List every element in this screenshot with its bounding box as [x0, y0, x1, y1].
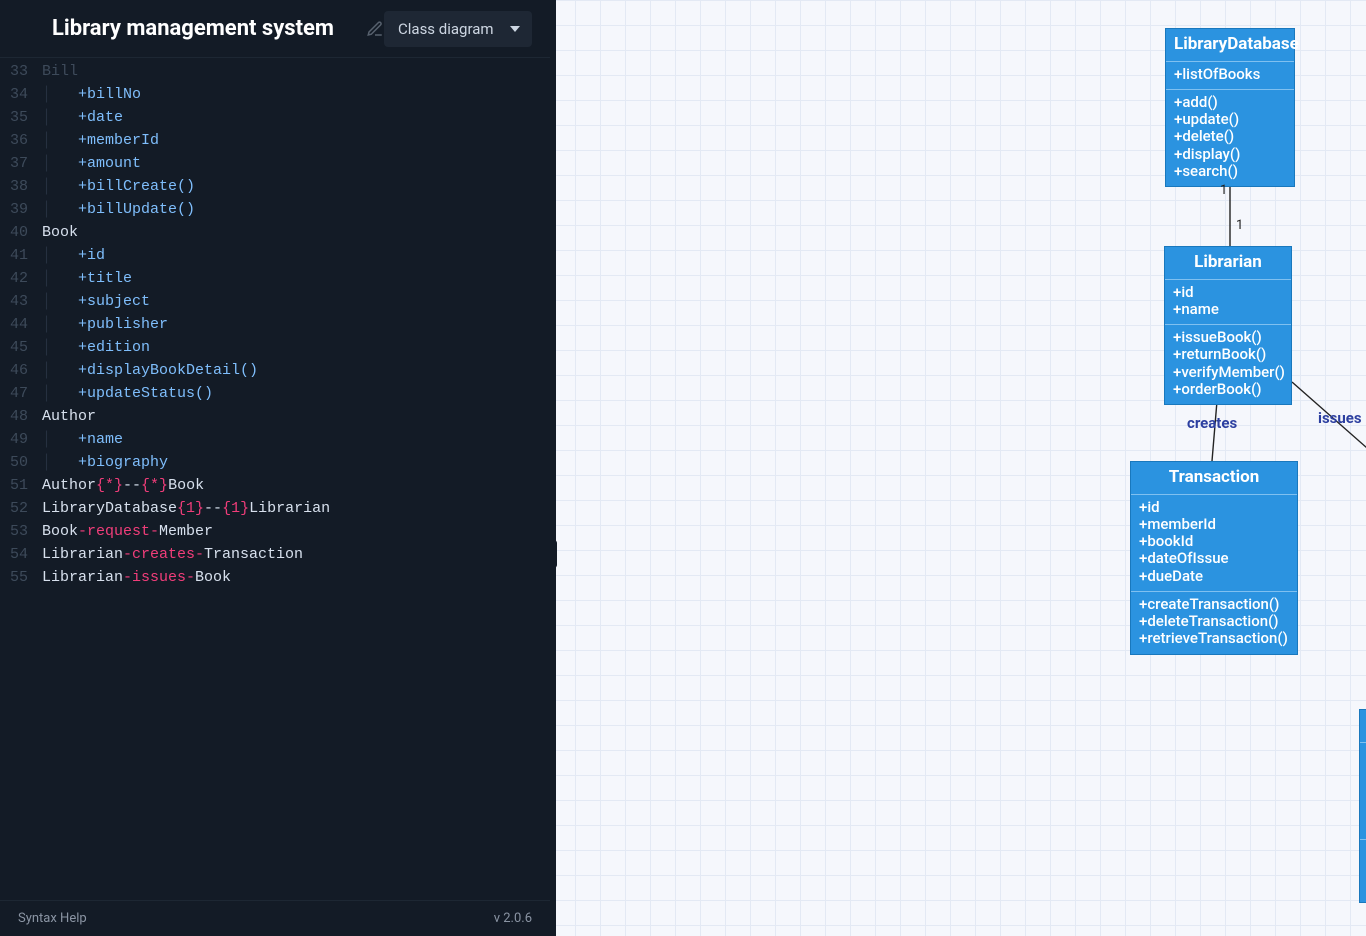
class-operations: +createTransaction()+deleteTransaction()… [1131, 591, 1297, 654]
class-attributes: +id+memberId+bookId+dateOfIssue+dueDate [1131, 494, 1297, 591]
multiplicity-label: 1 [1220, 183, 1227, 198]
class-attributes: +id+name [1165, 279, 1291, 325]
diagram-type-select[interactable]: Class diagram [384, 11, 532, 47]
class-title: Transaction [1131, 462, 1297, 494]
class-title: Librarian [1165, 247, 1291, 279]
editor-footer: Syntax Help v 2.0.6 [0, 900, 550, 936]
edit-title-icon[interactable] [366, 20, 384, 38]
code-editor[interactable]: 33Bill34│ +billNo35│ +date36│ +memberId3… [0, 58, 550, 900]
syntax-help-link[interactable]: Syntax Help [18, 911, 87, 926]
class-operations: +issueBook()+returnBook()+verifyMember()… [1165, 324, 1291, 404]
class-node-librarydatabase[interactable]: LibraryDatabase+listOfBooks+add()+update… [1165, 28, 1295, 187]
chevron-down-icon [510, 26, 520, 32]
page-title: Library management system [52, 16, 358, 41]
header-bar: Library management system Class diagram [0, 0, 550, 58]
class-title: LibraryDatabase [1166, 29, 1294, 61]
class-attributes: +listOfBooks [1166, 61, 1294, 89]
diagram-type-label: Class diagram [398, 20, 494, 38]
class-node-transaction[interactable]: Transaction+id+memberId+bookId+dateOfIss… [1130, 461, 1298, 655]
class-operations: +add()+update()+delete()+display()+searc… [1166, 89, 1294, 186]
class-node-librarian[interactable]: Librarian+id+name+issueBook()+returnBook… [1164, 246, 1292, 405]
divider-handle-icon[interactable] [550, 540, 557, 568]
diagram-canvas[interactable]: LibraryDatabase+listOfBooks+add()+update… [550, 0, 1366, 936]
editor-panel: Library management system Class diagram … [0, 0, 550, 936]
panel-divider[interactable] [550, 0, 556, 936]
relation-label: issues [1318, 409, 1362, 427]
class-attributes: +id+dateOfMembership+maxBookLimit+name+a… [1360, 742, 1366, 839]
multiplicity-label: 1 [1236, 218, 1243, 233]
relation-label: creates [1187, 414, 1237, 432]
class-node-member[interactable]: Member+id+dateOfMembership+maxBookLimit+… [1359, 709, 1366, 903]
class-title: Member [1360, 710, 1366, 742]
class-operations: +issueBook()+returnBook()+totalCheckedou… [1360, 839, 1366, 902]
version-label: v 2.0.6 [494, 911, 532, 926]
